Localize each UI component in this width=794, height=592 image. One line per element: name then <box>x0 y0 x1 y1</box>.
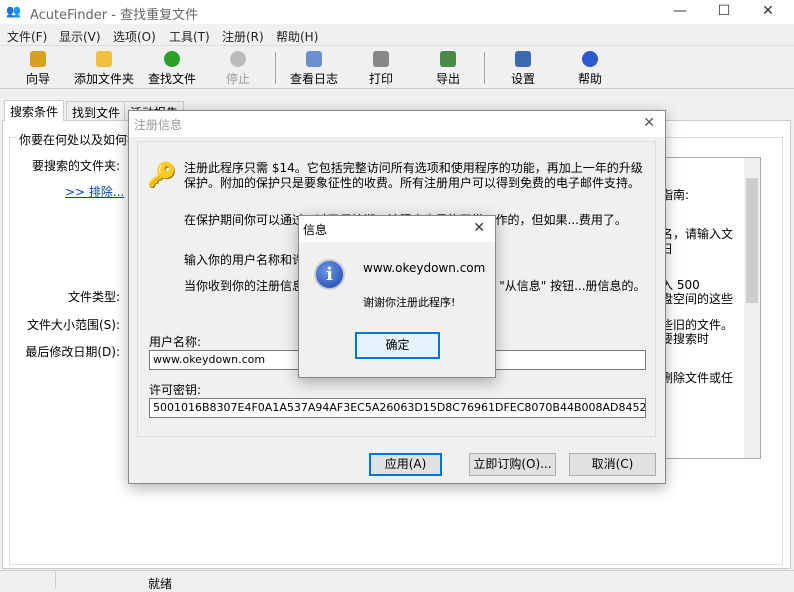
registration-info-text: 注册此程序只需 $14。它包括完整访问所有选项和使用程序的功能，再加上一年的升级… <box>184 161 643 190</box>
settings-button[interactable]: 设置 <box>488 49 558 87</box>
info-dialog-titlebar: 信息 ✕ <box>299 216 495 242</box>
help-text: 盘空间的这些 <box>661 292 734 306</box>
stop-label: 停止 <box>225 72 250 86</box>
find-files-button[interactable]: 查找文件 <box>137 49 207 87</box>
settings-icon <box>515 51 531 67</box>
info-dialog: 信息 ✕ i www.okeydown.com 谢谢你注册此程序! 确定 <box>298 215 496 378</box>
cancel-button[interactable]: 取消(C) <box>569 453 656 476</box>
info-line-1: www.okeydown.com <box>363 261 486 275</box>
add-folder-label: 添加文件夹 <box>73 72 134 86</box>
view-log-label: 查看日志 <box>289 72 338 86</box>
app-logo-icon: 👥 <box>6 4 21 18</box>
view-log-button[interactable]: 查看日志 <box>279 49 349 87</box>
toolbar-separator <box>275 52 276 84</box>
printer-icon <box>373 51 389 67</box>
license-key-input[interactable]: 5001016B8307E4F0A1A537A94AF3EC5A26063D15… <box>149 398 646 418</box>
menu-register[interactable]: 注册(R) <box>222 28 264 45</box>
window-title: AcuteFinder - 查找重复文件 <box>30 8 199 23</box>
tab-search-criteria[interactable]: 搜索条件 <box>4 100 65 121</box>
size-range-label: 文件大小范围(S): <box>26 318 120 332</box>
help-label: 帮助 <box>577 72 602 86</box>
registration-dialog-title: 注册信息 <box>134 118 183 132</box>
status-divider <box>55 571 56 589</box>
help-guide-pane: 指南: 名，请输入文 日 入 500 盘空间的这些 些旧的文件。 要搜索时 删除… <box>658 157 761 459</box>
help-text: 要搜索时 <box>661 332 710 346</box>
close-button[interactable]: ✕ <box>746 0 790 24</box>
info-line-2: 谢谢你注册此程序! <box>363 296 456 309</box>
wizard-label: 向导 <box>25 72 50 86</box>
info-dialog-title: 信息 <box>303 223 328 237</box>
toolbar: 向导 添加文件夹 查找文件 停止 查看日志 打印 导出 设置 帮助 <box>0 46 794 89</box>
export-label: 导出 <box>435 72 460 86</box>
print-button[interactable]: 打印 <box>346 49 416 87</box>
exclude-link[interactable]: >> 排除... <box>65 183 124 200</box>
menu-tools[interactable]: 工具(T) <box>169 28 210 45</box>
license-key-label: 许可密钥: <box>149 383 202 397</box>
status-text: 就绪 <box>148 577 173 591</box>
menu-file[interactable]: 文件(F) <box>7 28 47 45</box>
toolbar-separator <box>484 52 485 84</box>
help-button[interactable]: 帮助 <box>555 49 625 87</box>
menu-bar: 文件(F) 显示(V) 选项(O) 工具(T) 注册(R) 帮助(H) <box>0 24 794 46</box>
wizard-button[interactable]: 向导 <box>3 49 73 87</box>
key-icon: 🔑 <box>147 161 177 189</box>
ok-button[interactable]: 确定 <box>355 332 440 359</box>
folders-label: 要搜索的文件夹: <box>31 159 120 173</box>
help-icon <box>582 51 598 67</box>
help-text: 删除文件或任 <box>661 371 734 385</box>
info-icon: i <box>314 259 345 290</box>
stop-button[interactable]: 停止 <box>203 49 273 87</box>
tab-found-files[interactable]: 找到文件 <box>66 101 127 121</box>
order-now-button[interactable]: 立即订购(O)... <box>469 453 556 476</box>
settings-label: 设置 <box>510 72 535 86</box>
wand-icon <box>30 51 46 67</box>
menu-options[interactable]: 选项(O) <box>113 28 156 45</box>
stop-icon <box>230 51 246 67</box>
apply-button[interactable]: 应用(A) <box>369 453 442 476</box>
log-magnifier-icon <box>306 51 322 67</box>
help-scrollbar[interactable] <box>744 158 760 458</box>
title-bar: 👥 AcuteFinder - 查找重复文件 — ☐ ✕ <box>0 0 794 24</box>
scroll-thumb[interactable] <box>746 178 758 303</box>
status-bar: 就绪 <box>0 570 794 591</box>
export-icon <box>440 51 456 67</box>
registration-close-button[interactable]: ✕ <box>643 115 655 131</box>
minimize-button[interactable]: — <box>658 0 702 24</box>
registration-dialog-titlebar: 注册信息 ✕ <box>129 111 665 137</box>
file-type-label: 文件类型: <box>67 290 120 304</box>
modified-date-label: 最后修改日期(D): <box>25 345 120 359</box>
find-files-label: 查找文件 <box>147 72 196 86</box>
print-label: 打印 <box>368 72 393 86</box>
add-folder-button[interactable]: 添加文件夹 <box>69 49 139 87</box>
folder-icon <box>96 51 112 67</box>
info-close-button[interactable]: ✕ <box>473 220 485 236</box>
menu-help[interactable]: 帮助(H) <box>276 28 318 45</box>
maximize-button[interactable]: ☐ <box>702 0 746 24</box>
menu-view[interactable]: 显示(V) <box>59 28 101 45</box>
export-button[interactable]: 导出 <box>413 49 483 87</box>
go-arrow-icon <box>164 51 180 67</box>
username-label: 用户名称: <box>149 335 202 349</box>
